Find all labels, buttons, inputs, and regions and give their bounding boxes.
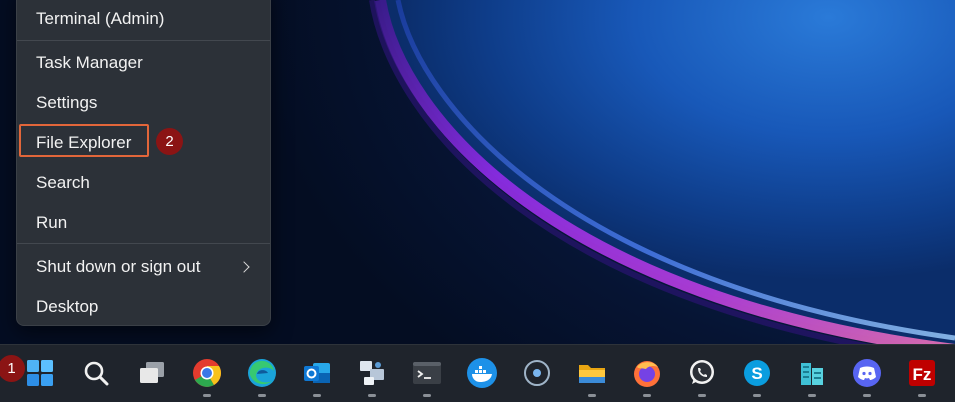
- menu-item-label: File Explorer: [36, 133, 132, 152]
- docker-icon: [467, 358, 497, 388]
- menu-item-label: Search: [36, 173, 90, 192]
- file-explorer-icon: [579, 365, 605, 383]
- start-icon: [27, 360, 53, 386]
- network-app-icon: [360, 361, 384, 385]
- chevron-right-icon: [238, 261, 250, 273]
- taskbar-app-terminal[interactable]: [411, 357, 443, 389]
- buildings-app-icon: [801, 363, 823, 385]
- menu-item-label: Shut down or sign out: [36, 257, 201, 276]
- outlook-icon: [304, 363, 330, 383]
- whatsapp-icon: [690, 360, 714, 384]
- step-badge-2: 2: [156, 128, 183, 155]
- taskbar-app-edge[interactable]: [246, 357, 278, 389]
- menu-item-shut-down-sign-out[interactable]: Shut down or sign out: [21, 249, 266, 285]
- menu-separator: [17, 243, 270, 244]
- discord-icon: [853, 359, 881, 387]
- firefox-icon: [634, 361, 660, 387]
- taskbar-app-discord[interactable]: [851, 357, 883, 389]
- menu-item-task-manager[interactable]: Task Manager: [21, 45, 266, 81]
- winx-context-menu: Terminal (Admin) Task Manager Settings F…: [16, 0, 271, 326]
- running-indicator: [643, 394, 651, 397]
- taskbar-app-filezilla[interactable]: Fz: [906, 357, 938, 389]
- running-indicator: [423, 394, 431, 397]
- svg-text:S: S: [751, 364, 762, 383]
- running-indicator: [753, 394, 761, 397]
- taskbar-app-firefox[interactable]: [631, 357, 663, 389]
- running-indicator: [313, 394, 321, 397]
- menu-item-terminal-admin[interactable]: Terminal (Admin): [21, 1, 266, 37]
- running-indicator: [203, 394, 211, 397]
- menu-item-settings[interactable]: Settings: [21, 85, 266, 121]
- taskbar-search-button[interactable]: [80, 357, 112, 389]
- running-indicator: [698, 394, 706, 397]
- running-indicator: [808, 394, 816, 397]
- svg-text:Fz: Fz: [913, 365, 932, 384]
- running-indicator: [863, 394, 871, 397]
- running-indicator: [918, 394, 926, 397]
- taskbar-app-whatsapp[interactable]: [686, 357, 718, 389]
- taskbar-app-docker[interactable]: [466, 357, 498, 389]
- skype-icon: S: [744, 360, 770, 386]
- running-indicator: [588, 394, 596, 397]
- menu-item-desktop[interactable]: Desktop: [21, 289, 266, 325]
- running-indicator: [368, 394, 376, 397]
- menu-item-run[interactable]: Run: [21, 205, 266, 241]
- running-indicator: [258, 394, 266, 397]
- task-view-button[interactable]: [136, 357, 168, 389]
- taskbar-app-network[interactable]: [356, 357, 388, 389]
- cortana-icon: [524, 360, 550, 386]
- menu-separator: [17, 40, 270, 41]
- menu-item-label: Run: [36, 213, 68, 232]
- taskbar-app-cortana[interactable]: [521, 357, 553, 389]
- terminal-icon: [413, 362, 441, 384]
- taskbar-app-buildings[interactable]: [796, 357, 828, 389]
- taskbar-app-skype[interactable]: S: [741, 357, 773, 389]
- menu-item-search[interactable]: Search: [21, 165, 266, 201]
- menu-item-label: Terminal (Admin): [36, 9, 165, 28]
- menu-item-label: Task Manager: [36, 53, 143, 72]
- task-view-icon: [140, 362, 164, 383]
- taskbar: S Fz: [0, 344, 955, 402]
- chrome-icon: [193, 359, 221, 387]
- taskbar-app-outlook[interactable]: [301, 357, 333, 389]
- taskbar-app-chrome[interactable]: [191, 357, 223, 389]
- menu-item-file-explorer[interactable]: File Explorer: [21, 125, 266, 161]
- filezilla-icon: Fz: [909, 360, 935, 386]
- search-icon: [84, 361, 109, 386]
- edge-icon: [248, 359, 276, 387]
- menu-item-label: Settings: [36, 93, 98, 112]
- menu-item-label: Desktop: [36, 297, 99, 316]
- taskbar-app-file-explorer[interactable]: [576, 357, 608, 389]
- start-button[interactable]: [24, 357, 56, 389]
